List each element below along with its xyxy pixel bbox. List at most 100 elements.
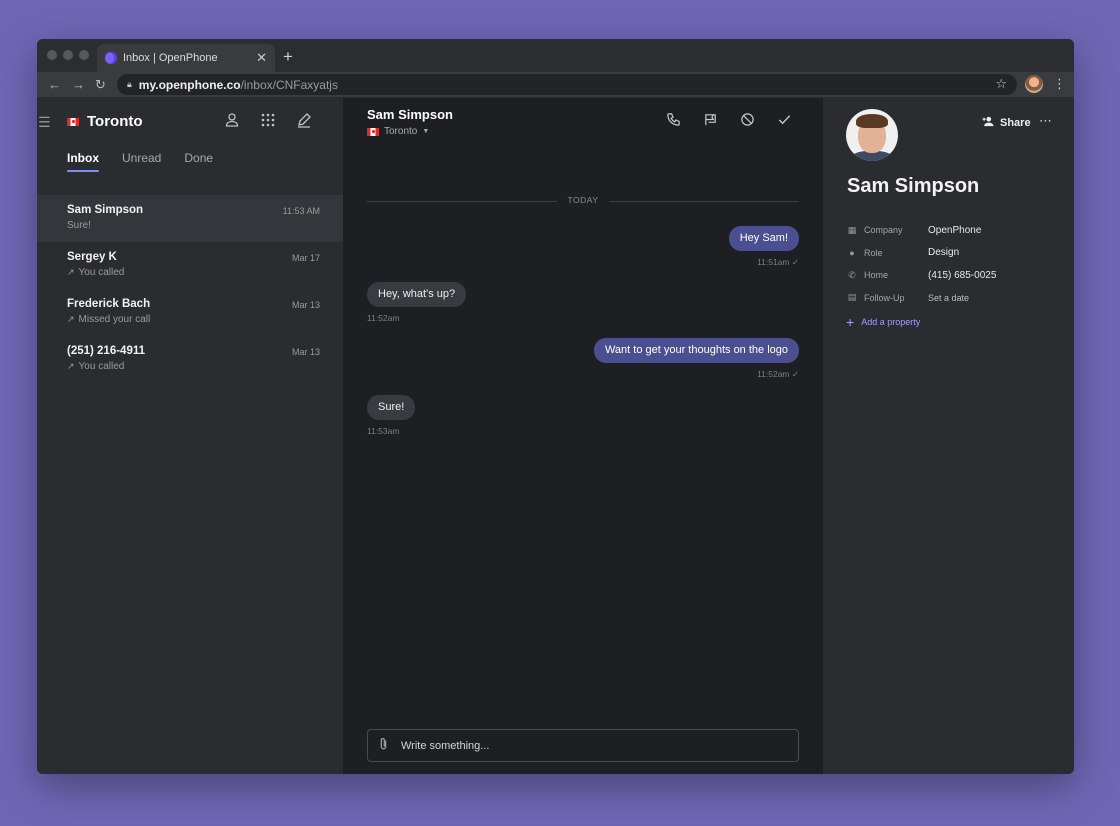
share-button[interactable]: Share (981, 116, 1031, 130)
close-tab-icon[interactable]: ✕ (256, 50, 267, 66)
url-host: my.openphone.co (138, 77, 241, 92)
back-arrow-icon[interactable]: ← (48, 77, 61, 92)
conversation-list: Sam Simpson Sure! 11:53 AM Sergey K ↗ You… (37, 195, 343, 383)
minimize-window-button[interactable] (63, 50, 73, 60)
browser-profile-avatar[interactable] (1025, 75, 1043, 93)
bookmark-star-icon[interactable]: ☆ (995, 76, 1007, 92)
person-icon: ● (849, 247, 855, 258)
conversation-time: Mar 17 (291, 253, 320, 263)
browser-tabbar: Inbox | OpenPhone ✕ + (37, 39, 1074, 72)
inbox-sidebar: ☰ Toronto Inbox Unread Done Sam Simpson … (37, 98, 343, 774)
conversation-name: Frederick Bach (67, 298, 151, 310)
message-bubble: Hey Sam! (728, 226, 799, 251)
attachment-paperclip-icon[interactable] (378, 737, 389, 754)
message-time: 11:53am (367, 426, 400, 436)
flag-icon[interactable] (701, 112, 719, 130)
hamburger-menu-icon[interactable]: ☰ (38, 114, 51, 131)
message-composer (367, 729, 799, 762)
browser-window: Inbox | OpenPhone ✕ + ← → ↻ 🔒︎ my.openph… (37, 39, 1074, 774)
contact-full-name: Sam Simpson (847, 175, 980, 197)
conversation-item[interactable]: Sam Simpson Sure! 11:53 AM (37, 195, 343, 242)
chat-inbox-name: Toronto (384, 126, 418, 137)
browser-toolbar: ← → ↻ 🔒︎ my.openphone.co/inbox/CNFaxyatj… (37, 72, 1074, 98)
conversation-item[interactable]: (251) 216-4911 ↗ You called Mar 13 (37, 336, 343, 383)
conversation-snippet: ↗ Missed your call (67, 314, 151, 325)
forward-arrow-icon[interactable]: → (72, 77, 85, 92)
conversation-name: Sergey K (67, 251, 117, 263)
window-controls (47, 50, 89, 60)
conversation-snippet: ↗ You called (67, 361, 125, 372)
contact-properties: ▦ Company OpenPhone ● Role Design ✆ Home… (846, 219, 997, 310)
tab-unread[interactable]: Unread (122, 151, 161, 165)
conversation-item[interactable]: Sergey K ↗ You called Mar 17 (37, 242, 343, 289)
chat-actions (664, 112, 793, 130)
conversation-time: Mar 13 (291, 300, 320, 310)
tab-done[interactable]: Done (184, 151, 213, 165)
conversation-time: 11:53 AM (282, 206, 320, 216)
openphone-app: ☰ Toronto Inbox Unread Done Sam Simpson … (37, 98, 1074, 774)
call-icon[interactable] (664, 112, 682, 130)
more-options-icon[interactable]: ⋯ (1039, 113, 1052, 129)
building-icon: ▦ (847, 224, 857, 235)
message-input[interactable] (401, 739, 781, 752)
maximize-window-button[interactable] (79, 50, 89, 60)
message-outgoing: Want to get your thoughts on the logo 11… (593, 338, 799, 380)
tab-title: Inbox | OpenPhone (123, 52, 218, 64)
message-time: 11:51am ✓ (757, 257, 799, 267)
message-outgoing: Hey Sam! 11:51am ✓ (728, 226, 799, 268)
team-switcher[interactable]: Toronto (67, 113, 143, 130)
contact-avatar (846, 109, 898, 161)
message-bubble: Want to get your thoughts on the logo (593, 338, 799, 363)
plus-icon: + (846, 314, 855, 330)
message-incoming: Sure! 11:53am (367, 395, 416, 436)
message-bubble: Hey, what's up? (367, 282, 467, 307)
new-tab-button[interactable]: + (283, 47, 293, 67)
chat-contact-name: Sam Simpson (367, 107, 453, 122)
chevron-down-icon: ▼ (422, 128, 430, 135)
chat-inbox-selector[interactable]: Toronto ▼ (367, 126, 453, 137)
inbox-tabs: Inbox Unread Done (67, 151, 213, 172)
conversation-snippet: Sure! (67, 220, 91, 231)
add-property-button[interactable]: + Add a property (846, 314, 920, 330)
chat-header: Sam Simpson Toronto ▼ (367, 107, 453, 137)
compose-icon[interactable] (295, 112, 313, 130)
lock-icon: 🔒︎ (127, 79, 132, 89)
property-row-follow-up[interactable]: ▤ Follow-Up Set a date (846, 287, 996, 310)
date-divider: TODAY (367, 195, 799, 209)
phone-icon: ✆ (848, 269, 856, 280)
add-person-icon (981, 116, 995, 130)
missed-call-arrow-icon: ↗ (67, 314, 75, 324)
message-time: 11:52am ✓ (757, 369, 799, 379)
conversation-snippet: ↗ You called (67, 267, 125, 278)
conversation-item[interactable]: Frederick Bach ↗ Missed your call Mar 13 (37, 289, 343, 336)
tab-inbox[interactable]: Inbox (67, 151, 99, 172)
contacts-icon[interactable] (223, 112, 241, 130)
conversation-name: (251) 216-4911 (67, 345, 146, 357)
sidebar-actions (223, 112, 313, 130)
openphone-favicon-icon (105, 52, 117, 64)
canada-flag-icon (367, 127, 379, 136)
conversation-time: Mar 13 (291, 347, 320, 357)
message-bubble: Sure! (367, 395, 416, 420)
contact-details-panel: Share ⋯ Sam Simpson ▦ Company OpenPhone … (823, 98, 1074, 774)
url-path: /inbox/CNFaxyatjs (240, 77, 338, 92)
outgoing-call-arrow-icon: ↗ (67, 267, 75, 277)
team-name: Toronto (87, 113, 143, 130)
reload-icon[interactable]: ↻ (95, 77, 106, 93)
property-row-company[interactable]: ▦ Company OpenPhone (846, 219, 996, 242)
keypad-icon[interactable] (259, 112, 277, 130)
calendar-icon: ▤ (847, 292, 857, 303)
message-time: 11:52am (367, 313, 400, 323)
browser-menu-icon[interactable]: ⋮ (1053, 76, 1066, 92)
property-row-role[interactable]: ● Role Design (846, 242, 996, 265)
outgoing-call-arrow-icon: ↗ (67, 361, 75, 371)
chat-panel: Sam Simpson Toronto ▼ TODAY Hey Sam! 11:… (343, 98, 823, 774)
mark-done-check-icon[interactable] (775, 112, 793, 130)
close-window-button[interactable] (47, 50, 57, 60)
canada-flag-icon (67, 117, 79, 126)
message-incoming: Hey, what's up? 11:52am (367, 282, 467, 323)
browser-tab[interactable]: Inbox | OpenPhone ✕ (97, 44, 275, 72)
property-row-home[interactable]: ✆ Home (415) 685-0025 (846, 264, 996, 287)
address-bar[interactable]: 🔒︎ my.openphone.co/inbox/CNFaxyatjs ☆ (117, 74, 1017, 95)
block-icon[interactable] (738, 112, 756, 130)
